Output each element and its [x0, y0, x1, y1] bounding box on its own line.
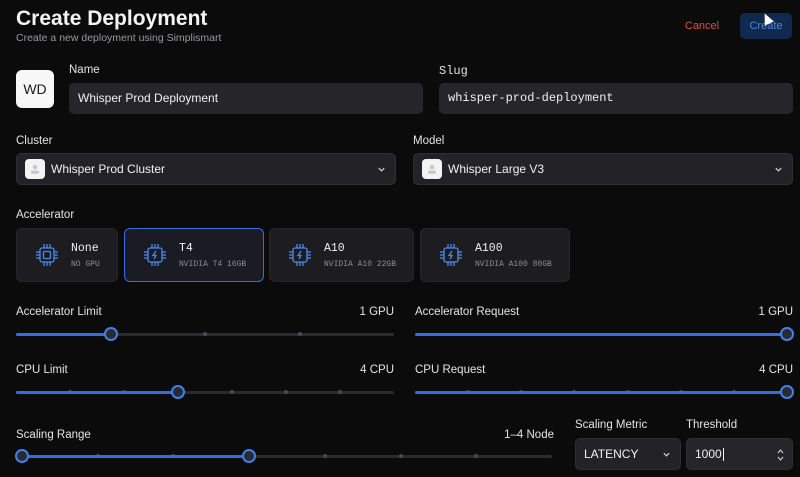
chip-bolt-icon: [144, 244, 166, 266]
slider-fill: [16, 333, 111, 336]
slider-thumb[interactable]: [103, 327, 118, 341]
chevron-down-icon: [378, 167, 385, 172]
accelerator-request-slider[interactable]: [415, 327, 794, 341]
accelerator-name: T4: [179, 241, 193, 255]
cluster-select-value: Whisper Prod Cluster: [51, 162, 166, 176]
chip-icon: [36, 244, 58, 266]
slider-tick: [322, 454, 327, 458]
name-input[interactable]: Whisper Prod Deployment: [69, 83, 423, 114]
cpu-limit-value: 4 CPU: [360, 364, 394, 376]
slider-tick: [230, 390, 234, 394]
range-min-thumb[interactable]: [15, 449, 29, 463]
accelerator-name: A10: [324, 241, 345, 255]
cpu-request-value: 4 CPU: [759, 364, 793, 376]
cluster-select[interactable]: Whisper Prod Cluster: [16, 153, 396, 185]
model-select[interactable]: Whisper Large V3: [413, 153, 793, 185]
accelerator-name: A100: [475, 241, 503, 255]
slider-fill: [415, 391, 787, 394]
avatar[interactable]: WD: [16, 70, 54, 108]
threshold-label: Threshold: [686, 419, 738, 431]
cpu-limit-slider[interactable]: [16, 385, 394, 399]
scaling-metric-select[interactable]: LATENCY: [575, 438, 681, 470]
slider-tick: [474, 454, 479, 458]
accelerator-desc: NVIDIA T4 16GB: [179, 259, 247, 269]
slider-tick: [284, 390, 288, 394]
accelerator-name: None: [71, 241, 99, 255]
accelerator-option-t4[interactable]: T4 NVIDIA T4 16GB: [124, 228, 264, 282]
scaling-metric-label: Scaling Metric: [575, 419, 648, 431]
accelerator-desc: NVIDIA A100 80GB: [475, 259, 552, 269]
page-title: Create Deployment: [16, 7, 208, 30]
accelerator-option-a100[interactable]: A100 NVIDIA A100 80GB: [420, 228, 570, 282]
text-caret: [722, 447, 724, 461]
cpu-limit-label: CPU Limit: [16, 364, 68, 376]
threshold-input[interactable]: 1000: [686, 438, 793, 470]
slider-fill: [415, 333, 787, 336]
model-label: Model: [413, 135, 445, 147]
scaling-range-value: 1–4 Node: [504, 429, 554, 441]
model-icon: [422, 159, 442, 179]
slider-fill: [16, 391, 178, 394]
cpu-request-label: CPU Request: [415, 364, 486, 376]
accelerator-label: Accelerator: [16, 209, 75, 221]
page-subtitle: Create a new deployment using Simplismar…: [16, 32, 222, 44]
accelerator-desc: NVIDIA A10 22GB: [324, 259, 397, 269]
range-max-thumb[interactable]: [242, 449, 257, 463]
slug-label: Slug: [439, 64, 468, 78]
threshold-value: 1000: [695, 447, 722, 461]
model-select-value: Whisper Large V3: [448, 162, 545, 176]
accelerator-option-none[interactable]: None NO GPU: [16, 228, 118, 282]
scaling-range-label: Scaling Range: [16, 429, 91, 441]
range-fill: [22, 455, 250, 458]
stepper-icon[interactable]: [777, 448, 784, 462]
accelerator-limit-slider[interactable]: [16, 327, 394, 341]
scaling-range-slider[interactable]: [15, 449, 552, 463]
accelerator-request-label: Accelerator Request: [415, 306, 520, 318]
chip-bolt-icon: [289, 244, 311, 266]
scaling-metric-value: LATENCY: [584, 447, 639, 461]
accelerator-desc: NO GPU: [71, 259, 100, 269]
chip-bolt-icon: [440, 244, 462, 266]
accelerator-option-a10[interactable]: A10 NVIDIA A10 22GB: [269, 228, 414, 282]
slider-thumb[interactable]: [780, 385, 794, 399]
slider-tick: [398, 454, 403, 458]
slug-input[interactable]: whisper-prod-deployment: [439, 83, 793, 114]
slider-tick: [297, 332, 302, 336]
accelerator-request-value: 1 GPU: [758, 306, 793, 318]
slider-thumb[interactable]: [780, 327, 794, 341]
chevron-down-icon: [775, 167, 782, 172]
cluster-icon: [25, 159, 45, 179]
name-label: Name: [69, 64, 100, 76]
accelerator-limit-label: Accelerator Limit: [16, 306, 102, 318]
cluster-label: Cluster: [16, 135, 53, 147]
cpu-request-slider[interactable]: [415, 385, 794, 399]
slider-tick: [338, 390, 342, 394]
accelerator-limit-value: 1 GPU: [359, 306, 394, 318]
slider-tick: [203, 332, 207, 336]
cancel-button[interactable]: Cancel: [680, 16, 724, 36]
slider-thumb[interactable]: [171, 385, 185, 399]
chevron-down-icon: [663, 452, 670, 457]
